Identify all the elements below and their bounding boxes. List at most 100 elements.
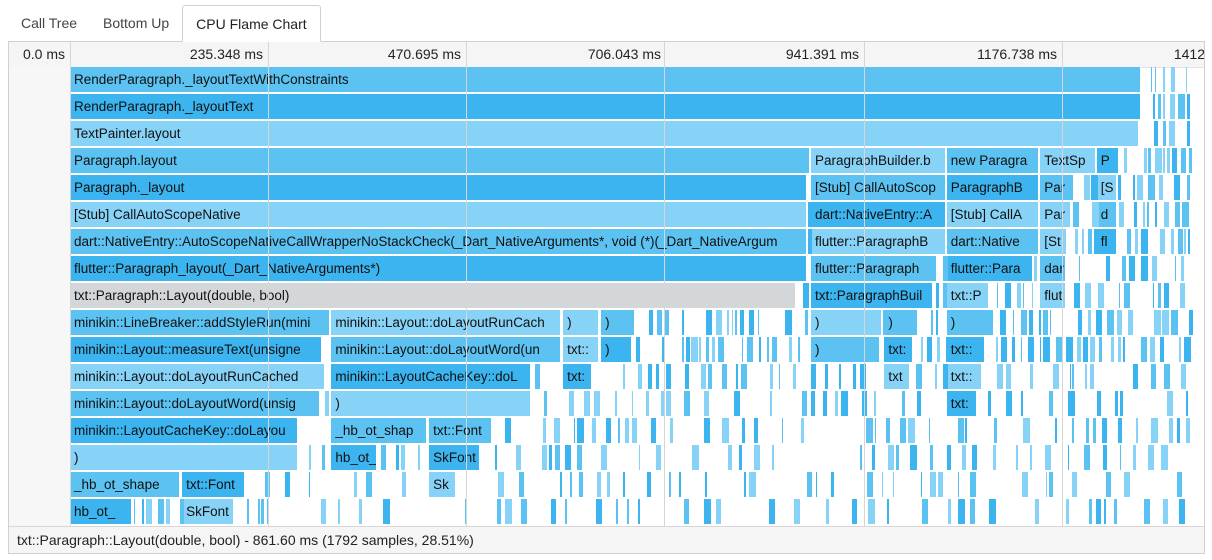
flame-node-sliver[interactable] [1158, 283, 1162, 308]
flame-node-sliver[interactable] [744, 472, 747, 497]
flame-node-sliver[interactable] [1106, 472, 1111, 497]
flame-node-sliver[interactable] [929, 445, 933, 470]
flame-node[interactable]: d [1096, 202, 1117, 227]
flame-node-sliver[interactable] [852, 499, 857, 524]
flame-node-sliver[interactable] [1152, 94, 1155, 119]
flame-node-sliver[interactable] [670, 418, 674, 443]
flame-node-sliver[interactable] [1137, 175, 1143, 200]
flame-node-sliver[interactable] [1127, 310, 1134, 335]
flame-node-sliver[interactable] [1158, 175, 1163, 200]
flame-node[interactable]: ) [811, 337, 881, 362]
flame-node-sliver[interactable] [565, 445, 572, 470]
flame-node-sliver[interactable] [785, 310, 793, 335]
flame-node-sliver[interactable] [1154, 121, 1158, 146]
flame-node-sliver[interactable] [1084, 175, 1090, 200]
flame-node-sliver[interactable] [1095, 310, 1103, 335]
flame-node-sliver[interactable] [808, 202, 816, 227]
flame-node-sliver[interactable] [808, 229, 812, 254]
flame-node-sliver[interactable] [874, 391, 876, 416]
flame-node-sliver[interactable] [1163, 202, 1170, 227]
flame-node-sliver[interactable] [623, 472, 625, 497]
flame-node-sliver[interactable] [937, 472, 944, 497]
flame-node-sliver[interactable] [678, 472, 681, 497]
flame-node-sliver[interactable] [830, 472, 835, 497]
flame-node-sliver[interactable] [322, 445, 325, 470]
flame-node[interactable]: dart::NativeEntry::AutoScopeNativeCallWr… [70, 229, 807, 254]
flame-node-sliver[interactable] [1151, 418, 1158, 443]
flame-node-sliver[interactable] [699, 337, 702, 362]
flame-node-sliver[interactable] [934, 364, 937, 389]
flame-node-sliver[interactable] [631, 391, 634, 416]
flame-node-sliver[interactable] [741, 418, 745, 443]
flame-node-sliver[interactable] [638, 364, 643, 389]
flame-node-sliver[interactable] [554, 445, 560, 470]
flame-node-sliver[interactable] [649, 310, 654, 335]
flame-node[interactable]: hb_ot_ [70, 499, 133, 524]
flame-node-sliver[interactable] [987, 391, 991, 416]
flame-node-sliver[interactable] [661, 337, 665, 362]
flame-node-sliver[interactable] [1152, 256, 1158, 281]
flame-node-sliver[interactable] [747, 337, 754, 362]
flame-node-sliver[interactable] [1086, 418, 1090, 443]
flame-node-sliver[interactable] [1118, 418, 1123, 443]
flame-node-sliver[interactable] [1135, 418, 1138, 443]
flame-node[interactable]: txt::ParagraphBuil [811, 283, 934, 308]
flame-node-sliver[interactable] [534, 364, 541, 389]
flame-node-sliver[interactable] [265, 472, 271, 497]
flame-node-sliver[interactable] [1134, 229, 1138, 254]
flame-node-sliver[interactable] [778, 364, 780, 389]
flame-node-sliver[interactable] [1177, 472, 1183, 497]
flame-node[interactable]: [Stub] CallA [946, 202, 1040, 227]
flame-node-sliver[interactable] [1141, 229, 1148, 254]
flame-node-sliver[interactable] [595, 499, 602, 524]
flame-node-sliver[interactable] [1020, 337, 1022, 362]
flame-node-sliver[interactable] [866, 418, 873, 443]
flame-node-sliver[interactable] [520, 499, 527, 524]
flame-node-sliver[interactable] [1071, 364, 1074, 389]
flame-node-sliver[interactable] [872, 445, 875, 470]
flame-node-sliver[interactable] [1158, 94, 1162, 119]
flame-node-sliver[interactable] [1148, 175, 1155, 200]
flame-node[interactable]: minikin::Layout::doLayoutRunCached [70, 364, 326, 389]
flame-node-sliver[interactable] [1114, 391, 1118, 416]
flame-node-sliver[interactable] [717, 337, 725, 362]
flame-node[interactable]: TextSp [1040, 148, 1096, 173]
flame-node-sliver[interactable] [1089, 364, 1095, 389]
flame-node-sliver[interactable] [549, 445, 552, 470]
flame-node-sliver[interactable] [626, 499, 629, 524]
flame-node-sliver[interactable] [1178, 337, 1181, 362]
flame-node-sliver[interactable] [1159, 337, 1164, 362]
flame-node-sliver[interactable] [1088, 229, 1092, 254]
flame-node-sliver[interactable] [133, 499, 136, 524]
flame-node-sliver[interactable] [1155, 202, 1158, 227]
flame-node[interactable]: hb_ot_ [331, 445, 377, 470]
flame-node-sliver[interactable] [465, 499, 468, 524]
flame-node-sliver[interactable] [721, 364, 727, 389]
flame-node-sliver[interactable] [166, 499, 170, 524]
flame-node[interactable]: minikin::Layout::measureText(unsigne [70, 337, 323, 362]
flame-node-sliver[interactable] [711, 337, 716, 362]
flame-node-sliver[interactable] [841, 391, 848, 416]
flame-node-sliver[interactable] [734, 310, 738, 335]
flame-node-sliver[interactable] [1169, 94, 1176, 119]
flame-node-sliver[interactable] [495, 445, 497, 470]
flame-node-sliver[interactable] [686, 337, 690, 362]
flame-node[interactable]: txt:: [946, 337, 986, 362]
flame-node-sliver[interactable] [1121, 256, 1127, 281]
flame-node-sliver[interactable] [1091, 175, 1098, 200]
flame-node-sliver[interactable] [573, 418, 575, 443]
flame-node[interactable]: [St [1040, 229, 1068, 254]
flame-node-sliver[interactable] [395, 445, 400, 470]
flame-node-sliver[interactable] [543, 418, 547, 443]
flame-node-sliver[interactable] [1020, 391, 1024, 416]
flame-node-sliver[interactable] [881, 472, 883, 497]
flame-node[interactable]: ) [331, 391, 532, 416]
flame-node-sliver[interactable] [519, 472, 524, 497]
flame-node-sliver[interactable] [703, 418, 710, 443]
flame-node[interactable]: minikin::Layout::doLayoutWord(unsig [70, 391, 321, 416]
flame-node[interactable]: ) [946, 310, 994, 335]
flame-node-sliver[interactable] [1141, 256, 1148, 281]
flame-node-sliver[interactable] [1066, 337, 1074, 362]
flame-node-sliver[interactable] [401, 472, 407, 497]
flame-node-sliver[interactable] [766, 337, 769, 362]
